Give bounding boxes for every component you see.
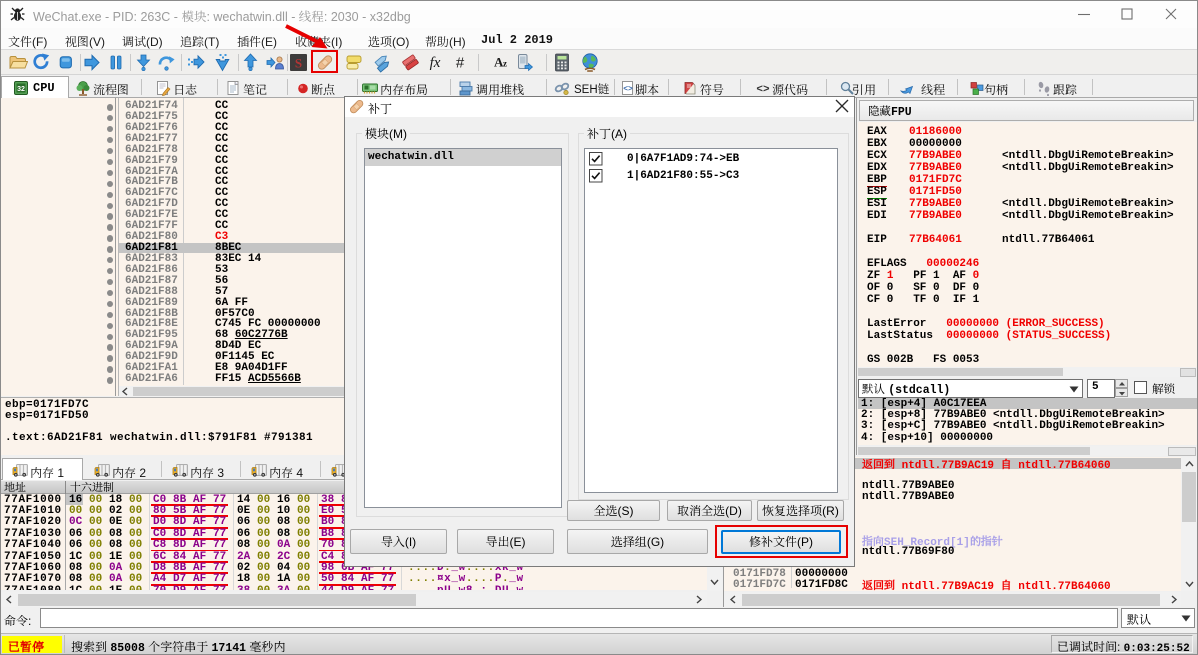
svg-text:<>: <> xyxy=(756,84,770,96)
svg-text:<>: <> xyxy=(623,85,633,94)
svg-text:#: # xyxy=(456,55,465,72)
svg-text:32: 32 xyxy=(17,86,25,93)
svg-text:fx: fx xyxy=(430,55,441,71)
svg-text:S: S xyxy=(295,56,302,71)
svg-text:z: z xyxy=(503,59,507,69)
